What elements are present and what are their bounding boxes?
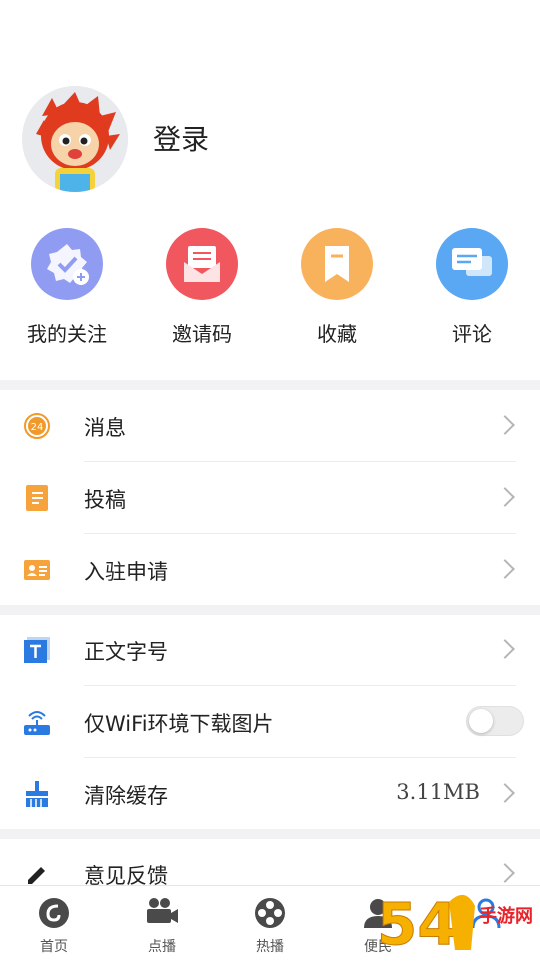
quick-item-invite[interactable]: 邀请码: [137, 226, 267, 347]
quick-actions: 我的关注 邀请码 收藏 评论: [0, 226, 540, 356]
chevron-right-icon: [495, 415, 515, 435]
menu-label-messages: 消息: [84, 416, 126, 440]
quick-label-follow: 我的关注: [27, 322, 107, 346]
cache-size-value: 3.11MB: [396, 780, 480, 804]
menu-label-font-size: 正文字号: [84, 640, 168, 664]
chevron-right-icon: [495, 487, 515, 507]
chevron-right-icon: [495, 639, 515, 659]
id-card-icon: [24, 556, 50, 584]
wifi-router-icon: [24, 708, 50, 736]
wifi-only-toggle[interactable]: [466, 706, 524, 736]
menu-label-settle-apply: 入驻申请: [84, 560, 168, 584]
avatar[interactable]: [22, 86, 128, 192]
home-logo-icon: [37, 896, 71, 930]
toggle-knob: [469, 709, 493, 733]
menu-row-font-size[interactable]: 正文字号: [0, 614, 540, 686]
menu-row-submit[interactable]: 投稿: [0, 462, 540, 534]
menu-row-wifi-only: 仅WiFi环境下载图片: [0, 686, 540, 758]
profile-header: 登录: [0, 0, 540, 220]
quick-item-favorites[interactable]: 收藏: [272, 226, 402, 347]
menu-label-submit: 投稿: [84, 488, 126, 512]
video-camera-icon: [145, 896, 179, 930]
quick-item-follow[interactable]: 我的关注: [2, 226, 132, 347]
tab-label-home: 首页: [40, 939, 68, 955]
chevron-right-icon: [495, 783, 515, 803]
menu-label-clear-cache: 清除缓存: [84, 784, 168, 808]
quick-label-favorites: 收藏: [317, 322, 357, 346]
section-separator: [0, 380, 540, 390]
menu-row-messages[interactable]: 24 消息: [0, 390, 540, 462]
menu-label-wifi-only: 仅WiFi环境下载图片: [84, 712, 274, 736]
film-reel-icon: [253, 896, 287, 930]
chevron-right-icon: [495, 559, 515, 579]
follow-badge-icon: [31, 228, 103, 300]
quick-label-invite: 邀请码: [172, 322, 232, 346]
menu-row-settle-apply[interactable]: 入驻申请: [0, 534, 540, 606]
document-icon: [24, 484, 50, 512]
quick-label-comments: 评论: [452, 322, 492, 346]
tab-label-hot: 热播: [256, 939, 284, 955]
site-watermark: 54 手游网: [375, 880, 540, 960]
login-link[interactable]: 登录: [153, 118, 209, 158]
watermark-text: 手游网: [479, 905, 533, 927]
quick-item-comments[interactable]: 评论: [407, 226, 537, 347]
comment-bubble-icon: [436, 228, 508, 300]
menu-row-clear-cache[interactable]: 清除缓存 3.11MB: [0, 758, 540, 830]
tab-label-vod: 点播: [148, 939, 176, 955]
bookmark-icon: [301, 228, 373, 300]
watermark-number: 54: [377, 890, 458, 958]
font-size-icon: [24, 636, 50, 664]
svg-text:24: 24: [31, 422, 44, 433]
broom-icon: [24, 780, 50, 808]
lion-mascot-icon: [22, 86, 128, 192]
tab-hot[interactable]: 热播: [216, 886, 324, 961]
pencil-icon: [24, 860, 50, 888]
tab-vod[interactable]: 点播: [108, 886, 216, 961]
invite-envelope-icon: [166, 228, 238, 300]
message-24-icon: 24: [24, 412, 50, 440]
tab-home[interactable]: 首页: [0, 886, 108, 961]
